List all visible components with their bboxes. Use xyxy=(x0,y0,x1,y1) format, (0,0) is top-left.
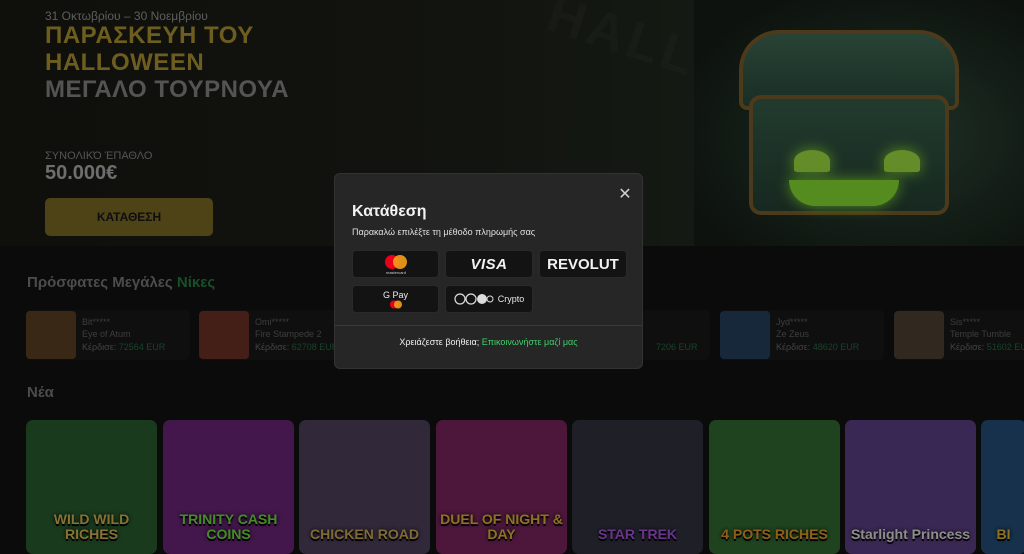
mastercard-wordmark: mastercard xyxy=(385,270,405,275)
mastercard-icon: mastercard xyxy=(384,255,407,275)
revolut-logo: REVOLUT xyxy=(547,255,619,273)
crypto-coins-icon xyxy=(454,293,494,305)
help-text: Χρειάζεστε βοήθεια; xyxy=(399,337,480,347)
help-row: Χρειάζεστε βοήθεια; Επικοινωνήστε μαζί μ… xyxy=(335,337,642,347)
deposit-modal: ✕ Κατάθεση Παρακαλώ επιλέξτε τη μέθοδο π… xyxy=(334,173,643,369)
crypto-label: Crypto xyxy=(497,294,525,304)
payment-revolut-button[interactable]: REVOLUT xyxy=(539,250,627,278)
payment-crypto-button[interactable]: Crypto xyxy=(445,285,533,313)
contact-us-link[interactable]: Επικοινωνήστε μαζί μας xyxy=(482,337,578,347)
modal-subtitle: Παρακαλώ επιλέξτε τη μέθοδο πληρωμής σας xyxy=(352,227,536,237)
modal-divider xyxy=(335,325,642,326)
casino-page: HALLOWEEN 31 Οκτωβρίου – 30 Νοεμβρίου ΠΑ… xyxy=(0,0,1024,554)
payment-gpay-button[interactable]: G Pay xyxy=(352,285,439,313)
payment-mastercard-button[interactable]: mastercard xyxy=(352,250,439,278)
mastercard-small-icon xyxy=(389,300,402,308)
visa-logo: VISA xyxy=(470,255,508,273)
gpay-logo: G Pay xyxy=(382,289,408,300)
close-icon[interactable]: ✕ xyxy=(615,184,635,204)
modal-title: Κατάθεση xyxy=(352,203,427,220)
payment-visa-button[interactable]: VISA xyxy=(445,250,533,278)
